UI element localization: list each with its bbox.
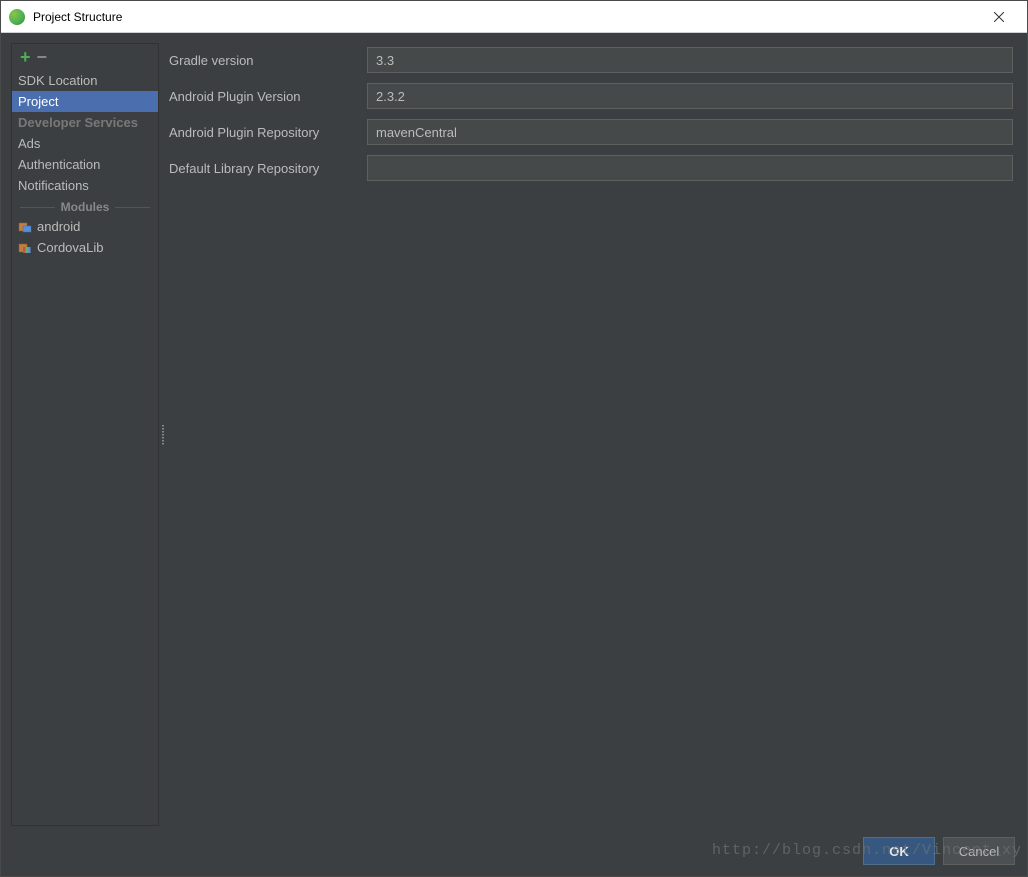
main-area: + − SDK Location Project Developer Servi… xyxy=(1,33,1027,876)
sidebar-item-ads[interactable]: Ads xyxy=(12,133,158,154)
dialog-footer: OK Cancel xyxy=(1,826,1027,876)
module-icon xyxy=(18,241,32,255)
window-title: Project Structure xyxy=(33,10,979,24)
sidebar-item-notifications[interactable]: Notifications xyxy=(12,175,158,196)
sidebar-toolbar: + − xyxy=(12,44,158,70)
android-plugin-repo-input[interactable] xyxy=(367,119,1013,145)
sidebar-module-cordovalib[interactable]: CordovaLib xyxy=(12,237,158,258)
sidebar-item-authentication[interactable]: Authentication xyxy=(12,154,158,175)
add-icon[interactable]: + xyxy=(20,48,31,66)
sidebar-item-sdk-location[interactable]: SDK Location xyxy=(12,70,158,91)
sidebar: + − SDK Location Project Developer Servi… xyxy=(11,43,159,826)
titlebar: Project Structure xyxy=(1,1,1027,33)
module-label: android xyxy=(37,219,80,234)
sidebar-item-project[interactable]: Project xyxy=(12,91,158,112)
module-label: CordovaLib xyxy=(37,240,104,255)
close-icon xyxy=(994,12,1004,22)
gradle-version-input[interactable] xyxy=(367,47,1013,73)
sidebar-module-android[interactable]: android xyxy=(12,216,158,237)
form-row-gradle-version: Gradle version xyxy=(167,47,1013,73)
ok-button[interactable]: OK xyxy=(863,837,935,865)
form-row-android-plugin-version: Android Plugin Version xyxy=(167,83,1013,109)
remove-icon[interactable]: − xyxy=(37,48,48,66)
android-plugin-repo-label: Android Plugin Repository xyxy=(167,125,367,140)
form-row-default-library-repo: Default Library Repository xyxy=(167,155,1013,181)
android-plugin-version-label: Android Plugin Version xyxy=(167,89,367,104)
splitter[interactable] xyxy=(159,43,167,826)
default-library-repo-input[interactable] xyxy=(367,155,1013,181)
sidebar-header-developer-services: Developer Services xyxy=(12,112,158,133)
content-row: + − SDK Location Project Developer Servi… xyxy=(1,33,1027,826)
app-icon xyxy=(9,9,25,25)
form-row-android-plugin-repo: Android Plugin Repository xyxy=(167,119,1013,145)
splitter-handle-icon xyxy=(162,425,164,445)
project-structure-window: Project Structure + − SDK Location Proje… xyxy=(0,0,1028,877)
module-icon xyxy=(18,220,32,234)
gradle-version-label: Gradle version xyxy=(167,53,367,68)
form-panel: Gradle version Android Plugin Version An… xyxy=(167,43,1017,826)
android-plugin-version-input[interactable] xyxy=(367,83,1013,109)
close-button[interactable] xyxy=(979,3,1019,31)
sidebar-section-modules: Modules xyxy=(12,196,158,216)
cancel-button[interactable]: Cancel xyxy=(943,837,1015,865)
default-library-repo-label: Default Library Repository xyxy=(167,161,367,176)
